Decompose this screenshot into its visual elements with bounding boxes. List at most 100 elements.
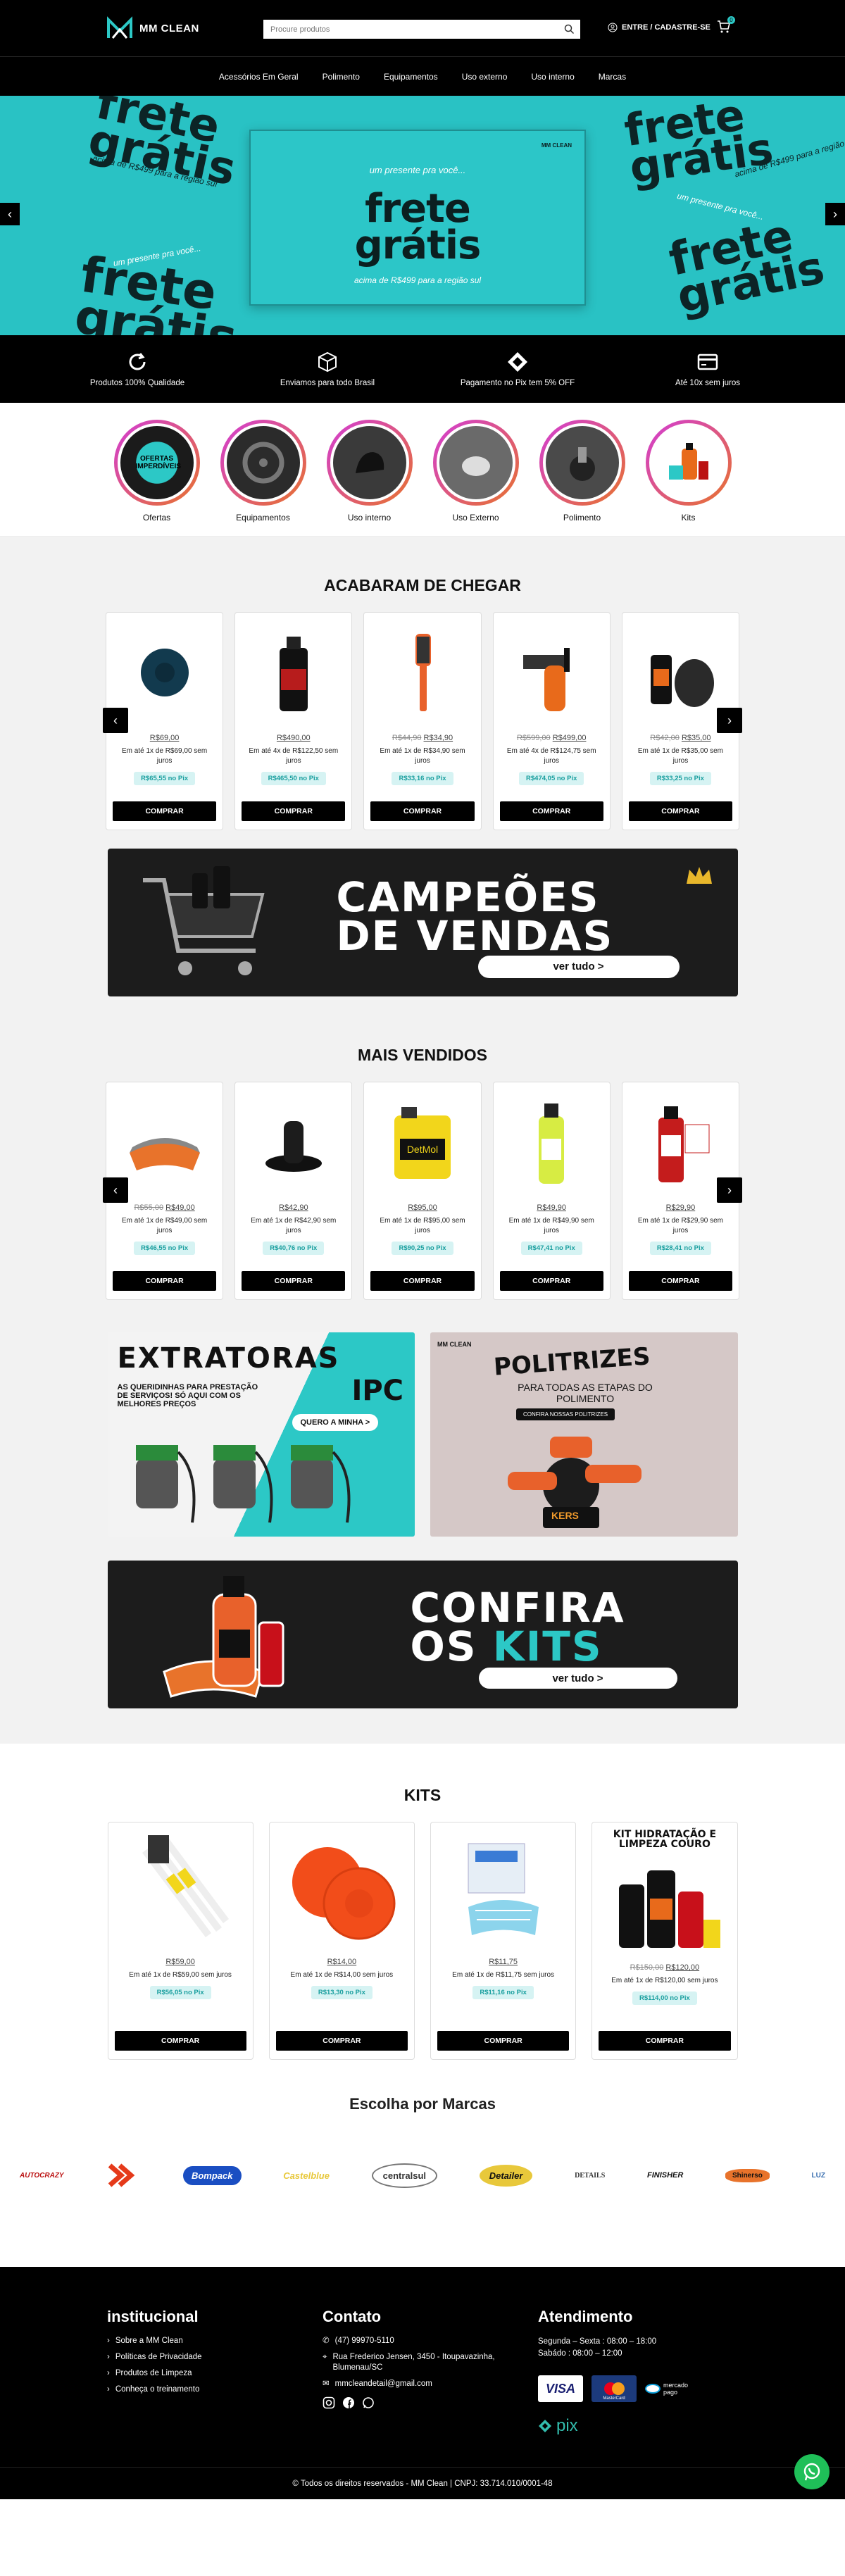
section-title: MAIS VENDIDOS bbox=[357, 1046, 488, 1064]
instagram-icon[interactable] bbox=[323, 2396, 335, 2409]
product-card[interactable]: R$44,90 R$34,90 Em até 1x de R$34,90 sem… bbox=[363, 612, 482, 830]
buy-button[interactable]: COMPRAR bbox=[437, 2031, 570, 2051]
brand-chevron-logo-icon[interactable] bbox=[106, 2161, 141, 2189]
cart-button[interactable]: 0 bbox=[717, 16, 735, 37]
carousel-prev-button[interactable]: ‹ bbox=[103, 1177, 128, 1203]
buy-button[interactable]: COMPRAR bbox=[113, 1271, 217, 1291]
buy-button[interactable]: COMPRAR bbox=[114, 2031, 246, 2051]
brand-shinerso[interactable]: Shinerso bbox=[725, 2168, 770, 2182]
hero-prev-button[interactable]: ‹ bbox=[0, 203, 20, 225]
buy-button[interactable]: COMPRAR bbox=[499, 801, 603, 821]
nav-uso-interno[interactable]: Uso interno bbox=[531, 72, 574, 82]
brand-castelblue[interactable]: Castelblue bbox=[283, 2170, 330, 2181]
politrizes-banner[interactable]: MM CLEAN POLITRIZES PARA TODAS AS ETAPAS… bbox=[430, 1332, 738, 1537]
product-installments: Em até 1x de R$59,00 sem juros bbox=[129, 1971, 232, 1979]
brand-finisher[interactable]: FINISHER bbox=[647, 2171, 683, 2180]
footer-link[interactable]: › Sobre a MM Clean bbox=[107, 2336, 304, 2346]
politrizes-tag: KERS bbox=[551, 1510, 579, 1521]
kits-see-all-button[interactable]: ver tudo > bbox=[478, 1668, 677, 1689]
category-kits[interactable]: Kits bbox=[644, 420, 732, 536]
product-installments: Em até 1x de R$35,00 sem juros bbox=[637, 747, 723, 765]
product-card[interactable]: R$59,00 Em até 1x de R$59,00 sem juros R… bbox=[107, 1822, 254, 2060]
product-card[interactable]: R$599,00 R$499,00 Em até 4x de R$124,75 … bbox=[492, 612, 611, 830]
whatsapp-icon[interactable] bbox=[362, 2396, 375, 2409]
extratoras-banner[interactable]: EXTRATORAS IPC AS QUERIDINHAS PARA PREST… bbox=[107, 1332, 415, 1537]
campeoes-see-all-button[interactable]: ver tudo > bbox=[477, 956, 680, 978]
hero-banner[interactable]: frete grátis frete grátis frete grátis fret… bbox=[0, 96, 845, 335]
product-price: R$42,00 R$35,00 bbox=[650, 734, 711, 742]
politrizes-cta-button[interactable]: CONFIRA NOSSAS POLITRIZES bbox=[516, 1408, 615, 1420]
product-card[interactable]: DetMol R$95,00 Em até 1x de R$95,00 sem … bbox=[363, 1082, 482, 1300]
search-input[interactable] bbox=[263, 20, 580, 39]
nav-marcas[interactable]: Marcas bbox=[599, 72, 626, 82]
product-installments: Em até 1x de R$95,00 sem juros bbox=[380, 1217, 465, 1234]
polisher-icon bbox=[569, 447, 595, 481]
category-uso-interno[interactable]: Uso interno bbox=[325, 420, 413, 536]
footer-link[interactable]: › Políticas de Privacidade bbox=[107, 2352, 304, 2363]
brand-luz[interactable]: LUZ bbox=[812, 2172, 825, 2180]
category-badge: OFERTAS IMPERDÍVEIS bbox=[135, 455, 181, 470]
whatsapp-float-button[interactable] bbox=[794, 2454, 830, 2489]
nav-polimento[interactable]: Polimento bbox=[323, 72, 360, 82]
product-pix-price: R$114,00 no Pix bbox=[632, 1992, 697, 2005]
product-image bbox=[539, 1103, 565, 1184]
footer-link[interactable]: › Conheça o treinamento bbox=[107, 2384, 304, 2395]
benefit-quality: Produtos 100% Qualidade bbox=[60, 351, 215, 387]
facebook-icon[interactable] bbox=[342, 2396, 355, 2409]
product-price: R$59,00 bbox=[165, 1958, 195, 1966]
benefits-bar: Produtos 100% Qualidade Enviamos para to… bbox=[0, 335, 845, 403]
buy-button[interactable]: COMPRAR bbox=[242, 1271, 346, 1291]
nav-uso-externo[interactable]: Uso externo bbox=[462, 72, 508, 82]
brand-centralsul[interactable]: centralsul bbox=[371, 2163, 438, 2188]
extratoras-brand: IPC bbox=[351, 1375, 403, 1407]
brand-details[interactable]: DETAILS bbox=[575, 2172, 605, 2180]
category-ofertas[interactable]: OFERTAS IMPERDÍVEIS Ofertas bbox=[113, 420, 201, 536]
kits-banner[interactable]: CONFIRA OS KITS ver tudo > bbox=[107, 1561, 738, 1708]
product-card[interactable]: R$490,00 Em até 4x de R$122,50 sem juros… bbox=[234, 612, 353, 830]
pix-icon bbox=[539, 2420, 551, 2432]
buy-button[interactable]: COMPRAR bbox=[628, 801, 733, 821]
brand-bompack[interactable]: Bompack bbox=[182, 2165, 242, 2185]
kit-bottles-icon bbox=[668, 443, 708, 480]
buy-button[interactable]: COMPRAR bbox=[275, 2031, 408, 2051]
carousel-prev-button[interactable]: ‹ bbox=[103, 708, 128, 733]
footer-phone[interactable]: ✆ (47) 99970-5110 bbox=[323, 2336, 499, 2346]
login-link[interactable]: ENTRE / CADASTRE-SE bbox=[608, 23, 711, 32]
buy-button[interactable]: COMPRAR bbox=[599, 2031, 731, 2051]
product-image bbox=[651, 655, 715, 707]
product-card[interactable]: KIT HIDRATAÇÃO E LIMPEZA COURO R$150,00 … bbox=[592, 1822, 738, 2060]
product-card[interactable]: R$42,90 Em até 1x de R$42,90 sem juros R… bbox=[234, 1082, 353, 1300]
carousel-next-button[interactable]: › bbox=[717, 1177, 742, 1203]
category-label: Uso interno bbox=[347, 513, 392, 523]
site-logo[interactable]: MM CLEAN bbox=[106, 14, 199, 42]
footer-hours: Segunda – Sexta : 08:00 – 18:00 Sabádo : … bbox=[538, 2337, 657, 2358]
benefit-pix: Pagamento no Pix tem 5% OFF bbox=[440, 351, 595, 387]
product-card[interactable]: R$49,90 Em até 1x de R$49,90 sem juros R… bbox=[492, 1082, 611, 1300]
footer-email[interactable]: ✉ mmcleandetail@gmail.com bbox=[323, 2379, 499, 2389]
wash-icon bbox=[461, 456, 490, 476]
hero-card-logo: MM CLEAN bbox=[541, 142, 572, 149]
buy-button[interactable]: COMPRAR bbox=[499, 1271, 603, 1291]
footer-link[interactable]: › Produtos de Limpeza bbox=[107, 2368, 304, 2379]
category-uso-externo[interactable]: Uso Externo bbox=[432, 420, 520, 536]
mail-icon: ✉ bbox=[323, 2380, 330, 2388]
product-card[interactable]: R$14,00 Em até 1x de R$14,00 sem juros R… bbox=[268, 1822, 415, 2060]
campeoes-banner[interactable]: CAMPEÕES DE VENDAS ver tudo > bbox=[107, 849, 738, 996]
buy-button[interactable]: COMPRAR bbox=[113, 801, 217, 821]
buy-button[interactable]: COMPRAR bbox=[370, 801, 475, 821]
brand-autocrazy[interactable]: AUTOCRAZY bbox=[20, 2172, 64, 2180]
product-image bbox=[142, 1835, 230, 1937]
carousel-next-button[interactable]: › bbox=[717, 708, 742, 733]
nav-equipamentos[interactable]: Equipamentos bbox=[384, 72, 438, 82]
product-card[interactable]: R$11,75 Em até 1x de R$11,75 sem juros R… bbox=[430, 1822, 577, 2060]
buy-button[interactable]: COMPRAR bbox=[370, 1271, 475, 1291]
brand-detailer[interactable]: Detailer bbox=[479, 2164, 533, 2187]
extratoras-cta-button[interactable]: QUERO A MINHA > bbox=[292, 1414, 379, 1431]
category-equipamentos[interactable]: Equipamentos bbox=[219, 420, 307, 536]
buy-button[interactable]: COMPRAR bbox=[242, 801, 346, 821]
hero-next-button[interactable]: › bbox=[825, 203, 845, 225]
buy-button[interactable]: COMPRAR bbox=[628, 1271, 733, 1291]
search-icon[interactable] bbox=[564, 24, 575, 35]
nav-acessorios[interactable]: Acessórios Em Geral bbox=[219, 72, 299, 82]
category-polimento[interactable]: Polimento bbox=[538, 420, 626, 536]
